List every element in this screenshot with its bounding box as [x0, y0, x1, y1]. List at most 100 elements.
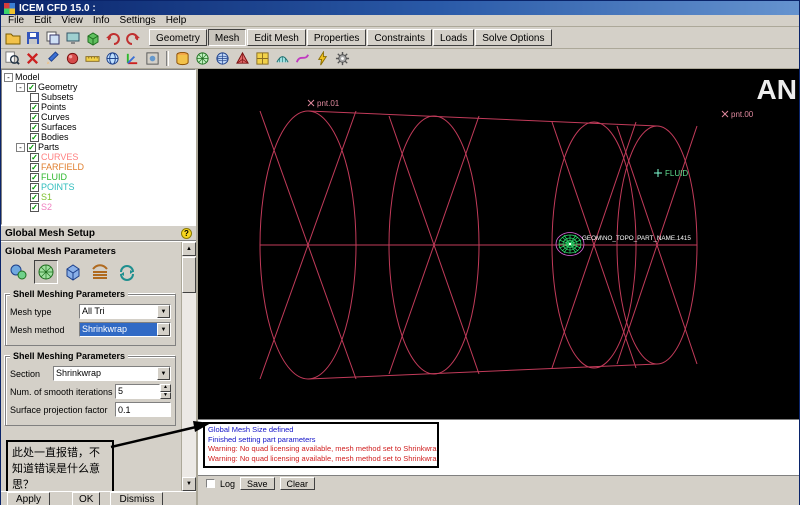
measure-button[interactable]: [83, 50, 102, 68]
tab-loads[interactable]: Loads: [432, 29, 475, 46]
tree-item-surfaces[interactable]: ✓ Surfaces: [30, 122, 195, 132]
scrollbar-thumb[interactable]: [182, 257, 196, 293]
menu-info[interactable]: Info: [88, 15, 115, 26]
tree-item-geometry[interactable]: - ✓ Geometry: [16, 82, 195, 92]
checkbox-icon[interactable]: ✓: [30, 162, 39, 172]
checkbox-icon[interactable]: ✓: [30, 152, 39, 162]
chevron-down-icon[interactable]: ▼: [157, 367, 170, 380]
tab-geometry[interactable]: Geometry: [149, 29, 207, 46]
annotate-button[interactable]: [43, 50, 62, 68]
fit-view-button[interactable]: [143, 50, 162, 68]
scroll-down-icon[interactable]: ▼: [182, 477, 196, 491]
spin-down-icon[interactable]: ▼: [160, 391, 171, 399]
curve-mesh-button[interactable]: [293, 50, 312, 68]
smooth-iterations-stepper[interactable]: 5 ▲ ▼: [115, 384, 171, 399]
mesh-method-select[interactable]: Shrinkwrap ▼: [79, 322, 171, 337]
expander-icon[interactable]: -: [4, 72, 13, 82]
smooth-iterations-value[interactable]: 5: [115, 384, 160, 399]
tree-item-part-curves[interactable]: ✓ CURVES: [30, 152, 195, 162]
dismiss-button[interactable]: Dismiss: [110, 492, 164, 505]
workspace-button[interactable]: [83, 29, 102, 47]
tab-mesh[interactable]: Mesh: [207, 29, 247, 46]
apply-button[interactable]: Apply: [7, 492, 51, 505]
fit-view-icon: [146, 52, 159, 65]
clear-log-button[interactable]: Clear: [279, 477, 316, 490]
tree-item-parts[interactable]: - ✓ Parts: [16, 142, 195, 152]
mesh-type-select[interactable]: All Tri ▼: [79, 304, 171, 319]
surface-mesh-button[interactable]: [193, 50, 212, 68]
tab-edit-mesh[interactable]: Edit Mesh: [247, 29, 306, 46]
hexa-mesh-button[interactable]: [253, 50, 272, 68]
save-log-button[interactable]: Save: [240, 477, 275, 490]
checkbox-icon[interactable]: ✓: [30, 182, 39, 192]
checkbox-icon[interactable]: ✓: [30, 202, 39, 212]
globe-button[interactable]: [103, 50, 122, 68]
menu-settings[interactable]: Settings: [115, 15, 161, 26]
model-tree[interactable]: - Model - ✓ Geometry Subsets ✓ Points ✓ …: [1, 69, 196, 225]
periodicity-params-button[interactable]: [115, 260, 139, 284]
chevron-down-icon[interactable]: ▼: [157, 323, 170, 336]
redo-button[interactable]: [123, 29, 142, 47]
tree-item-part-s1[interactable]: ✓ S1: [30, 192, 195, 202]
global-mesh-size-button[interactable]: [7, 260, 31, 284]
tree-item-points[interactable]: ✓ Points: [30, 102, 195, 112]
tetra-mesh-button[interactable]: [233, 50, 252, 68]
checkbox-icon[interactable]: ✓: [27, 82, 36, 92]
bottom-filler: [198, 491, 799, 505]
scroll-up-icon[interactable]: ▲: [182, 242, 196, 256]
tab-solve-options[interactable]: Solve Options: [475, 29, 552, 46]
menu-file[interactable]: File: [3, 15, 29, 26]
material-point-button[interactable]: [63, 50, 82, 68]
checkbox-icon[interactable]: ✓: [30, 172, 39, 182]
shell-meshing-params-button[interactable]: [34, 260, 58, 284]
zoom-select-button[interactable]: [3, 50, 22, 68]
tree-item-subsets[interactable]: Subsets: [30, 92, 195, 102]
mesh-part-button[interactable]: [173, 50, 192, 68]
ok-button[interactable]: OK: [72, 492, 101, 505]
spin-up-icon[interactable]: ▲: [160, 384, 171, 392]
checkbox-icon[interactable]: ✓: [30, 112, 39, 122]
axes-button[interactable]: [123, 50, 142, 68]
tree-label: CURVES: [41, 152, 79, 162]
prism-meshing-params-button[interactable]: [88, 260, 112, 284]
tree-item-part-farfield[interactable]: ✓ FARFIELD: [30, 162, 195, 172]
compute-mesh-button[interactable]: [313, 50, 332, 68]
section-select[interactable]: Shrinkwrap ▼: [53, 366, 171, 381]
checkbox-icon[interactable]: ✓: [30, 132, 39, 142]
tree-item-part-points[interactable]: ✓ POINTS: [30, 182, 195, 192]
screen-capture-button[interactable]: [63, 29, 82, 47]
tree-item-model[interactable]: - Model: [4, 72, 195, 82]
tab-properties[interactable]: Properties: [306, 29, 367, 46]
checkbox-icon[interactable]: ✓: [27, 142, 36, 152]
tab-constraints[interactable]: Constraints: [367, 29, 432, 46]
delete-entity-button[interactable]: [23, 50, 42, 68]
tree-item-part-fluid[interactable]: ✓ FLUID: [30, 172, 195, 182]
panel-scrollbar[interactable]: ▲ ▼: [181, 242, 196, 491]
undo-button[interactable]: [103, 29, 122, 47]
menu-view[interactable]: View: [56, 15, 88, 26]
volume-mesh-button[interactable]: [213, 50, 232, 68]
log-checkbox[interactable]: [206, 479, 215, 488]
menu-help[interactable]: Help: [161, 15, 192, 26]
checkbox-icon[interactable]: ✓: [30, 102, 39, 112]
checkbox-icon[interactable]: ✓: [30, 122, 39, 132]
copy-image-button[interactable]: [43, 29, 62, 47]
menu-edit[interactable]: Edit: [29, 15, 56, 26]
checkbox-icon[interactable]: [30, 92, 39, 102]
chevron-down-icon[interactable]: ▼: [157, 305, 170, 318]
expander-icon[interactable]: -: [16, 82, 25, 92]
help-icon[interactable]: ?: [181, 227, 192, 239]
expander-icon[interactable]: -: [16, 142, 25, 152]
tree-item-part-s2[interactable]: ✓ S2: [30, 202, 195, 212]
tree-item-bodies[interactable]: ✓ Bodies: [30, 132, 195, 142]
save-button[interactable]: [23, 29, 42, 47]
viewport-canvas: pnt.01 pnt.00 FLUID GEOM\NO_TOPO_PART_NA…: [259, 74, 797, 380]
checkbox-icon[interactable]: ✓: [30, 192, 39, 202]
tree-item-curves[interactable]: ✓ Curves: [30, 112, 195, 122]
mesh-options-button[interactable]: [333, 50, 352, 68]
open-file-button[interactable]: [3, 29, 22, 47]
volume-meshing-params-button[interactable]: [61, 260, 85, 284]
viewport-3d[interactable]: pnt.01 pnt.00 FLUID GEOM\NO_TOPO_PART_NA…: [198, 69, 799, 419]
shell-mesh-button[interactable]: [273, 50, 292, 68]
projection-factor-field[interactable]: [115, 402, 171, 417]
